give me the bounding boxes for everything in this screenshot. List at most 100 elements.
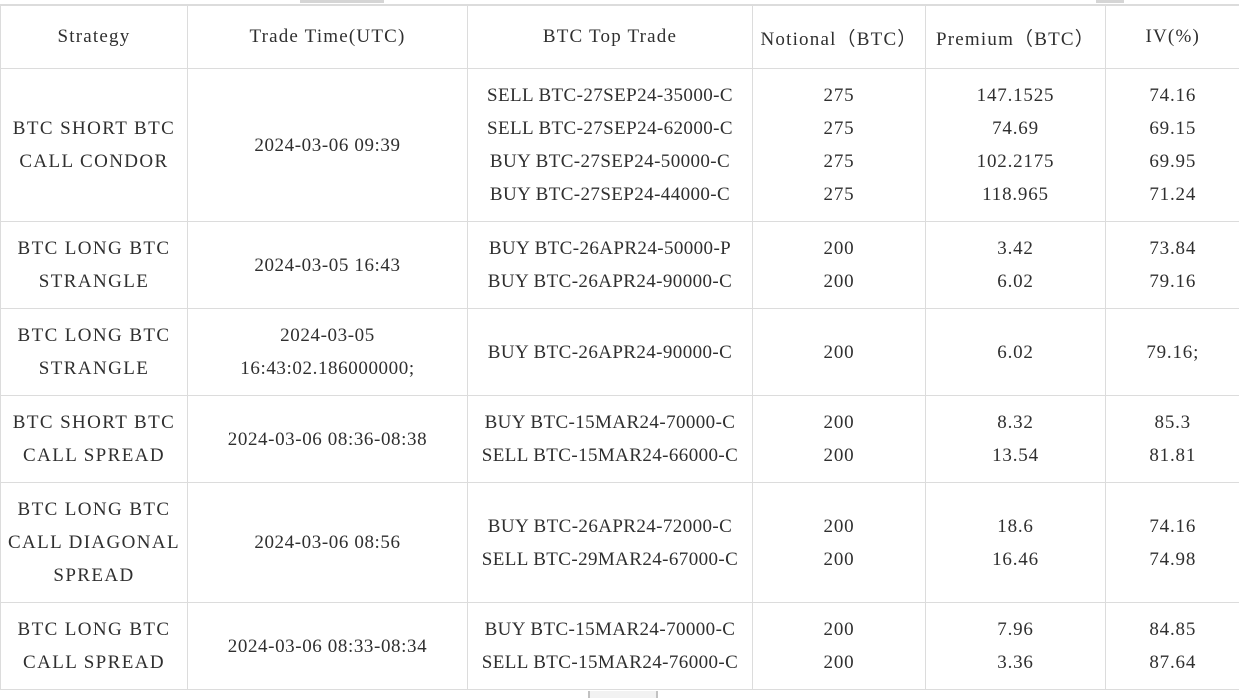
cell-trade-time-line: 2024-03-05 16:43 xyxy=(188,249,467,282)
column-header-iv: IV(%) xyxy=(1106,6,1239,69)
cell-premium-lines: 6.02 xyxy=(926,336,1105,369)
cell-notional: 200200 xyxy=(753,483,926,603)
cell-strategy-line: CALL SPREAD xyxy=(1,646,187,679)
btc-top-trades-table: Strategy Trade Time(UTC) BTC Top Trade N… xyxy=(0,5,1239,690)
cell-premium-line: 6.02 xyxy=(926,336,1105,369)
cell-trade-time-line: 16:43:02.186000000; xyxy=(188,352,467,385)
cell-notional-line: 200 xyxy=(753,265,925,298)
table-header: Strategy Trade Time(UTC) BTC Top Trade N… xyxy=(1,6,1239,69)
cell-strategy-line: BTC LONG BTC xyxy=(1,232,187,265)
cell-premium-line: 74.69 xyxy=(926,112,1105,145)
cell-trade-time-lines: 2024-03-0516:43:02.186000000; xyxy=(188,319,467,385)
cell-iv-line: 79.16 xyxy=(1106,265,1239,298)
cell-notional: 200200 xyxy=(753,603,926,690)
cell-btc-top-trade: BUY BTC-26APR24-72000-CSELL BTC-29MAR24-… xyxy=(468,483,753,603)
cell-iv: 73.8479.16 xyxy=(1106,222,1239,309)
cell-trade-time: 2024-03-06 08:33-08:34 xyxy=(188,603,468,690)
cell-strategy: BTC LONG BTCCALL SPREAD xyxy=(1,603,188,690)
cell-btc-top-trade-lines: BUY BTC-26APR24-50000-PBUY BTC-26APR24-9… xyxy=(468,232,752,298)
cell-btc-top-trade-line: SELL BTC-29MAR24-67000-C xyxy=(468,543,752,576)
clipped-cell-fragment-right xyxy=(1096,0,1124,3)
cell-premium-line: 3.36 xyxy=(926,646,1105,679)
table-row: BTC LONG BTCCALL DIAGONALSPREAD2024-03-0… xyxy=(1,483,1239,603)
cell-btc-top-trade-line: SELL BTC-27SEP24-35000-C xyxy=(468,79,752,112)
cell-btc-top-trade-lines: SELL BTC-27SEP24-35000-CSELL BTC-27SEP24… xyxy=(468,79,752,211)
cell-iv-line: 71.24 xyxy=(1106,178,1239,211)
column-header-btc-top-trade: BTC Top Trade xyxy=(468,6,753,69)
cell-iv: 74.1669.1569.9571.24 xyxy=(1106,69,1239,222)
table-row: BTC LONG BTCSTRANGLE2024-03-05 16:43BUY … xyxy=(1,222,1239,309)
cell-strategy-line: BTC SHORT BTC xyxy=(1,406,187,439)
cell-iv: 84.8587.64 xyxy=(1106,603,1239,690)
cell-iv-line: 79.16; xyxy=(1106,336,1239,369)
cell-btc-top-trade-line: SELL BTC-27SEP24-62000-C xyxy=(468,112,752,145)
cell-trade-time-line: 2024-03-05 xyxy=(188,319,467,352)
cell-notional: 200 xyxy=(753,309,926,396)
cell-strategy-line: STRANGLE xyxy=(1,352,187,385)
cell-iv: 85.381.81 xyxy=(1106,396,1239,483)
cell-notional-lines: 200200 xyxy=(753,510,925,576)
trades-table-container: Strategy Trade Time(UTC) BTC Top Trade N… xyxy=(0,5,1239,690)
cell-notional-line: 200 xyxy=(753,646,925,679)
cell-notional-line: 200 xyxy=(753,439,925,472)
cell-trade-time-line: 2024-03-06 08:33-08:34 xyxy=(188,630,467,663)
cell-btc-top-trade-line: BUY BTC-26APR24-72000-C xyxy=(468,510,752,543)
cell-notional: 200200 xyxy=(753,396,926,483)
cell-iv-line: 74.16 xyxy=(1106,79,1239,112)
cell-strategy-lines: BTC LONG BTCSTRANGLE xyxy=(1,319,187,385)
cell-trade-time: 2024-03-06 08:36-08:38 xyxy=(188,396,468,483)
cell-premium: 3.426.02 xyxy=(926,222,1106,309)
cell-strategy: BTC SHORT BTCCALL SPREAD xyxy=(1,396,188,483)
cell-premium: 18.616.46 xyxy=(926,483,1106,603)
cell-trade-time-line: 2024-03-06 09:39 xyxy=(188,129,467,162)
cell-strategy-line: STRANGLE xyxy=(1,265,187,298)
table-row: BTC LONG BTCSTRANGLE2024-03-0516:43:02.1… xyxy=(1,309,1239,396)
column-header-trade-time: Trade Time(UTC) xyxy=(188,6,468,69)
cell-strategy-line: CALL DIAGONAL xyxy=(1,526,187,559)
cell-notional-lines: 200200 xyxy=(753,613,925,679)
cell-premium-lines: 147.152574.69102.2175118.965 xyxy=(926,79,1105,211)
cell-notional-line: 275 xyxy=(753,112,925,145)
cell-notional: 200200 xyxy=(753,222,926,309)
cell-strategy-line: SPREAD xyxy=(1,559,187,592)
cell-notional-line: 275 xyxy=(753,79,925,112)
cell-premium-line: 18.6 xyxy=(926,510,1105,543)
header-row: Strategy Trade Time(UTC) BTC Top Trade N… xyxy=(1,6,1239,69)
cell-iv-lines: 84.8587.64 xyxy=(1106,613,1239,679)
cell-iv-line: 73.84 xyxy=(1106,232,1239,265)
cell-premium-line: 3.42 xyxy=(926,232,1105,265)
cell-iv-lines: 74.1674.98 xyxy=(1106,510,1239,576)
cell-strategy-line: BTC LONG BTC xyxy=(1,319,187,352)
cell-strategy: BTC SHORT BTCCALL CONDOR xyxy=(1,69,188,222)
table-row: BTC SHORT BTCCALL SPREAD2024-03-06 08:36… xyxy=(1,396,1239,483)
cell-btc-top-trade-line: BUY BTC-15MAR24-70000-C xyxy=(468,613,752,646)
cell-strategy-line: CALL SPREAD xyxy=(1,439,187,472)
cell-btc-top-trade-line: SELL BTC-15MAR24-66000-C xyxy=(468,439,752,472)
cell-premium: 147.152574.69102.2175118.965 xyxy=(926,69,1106,222)
cell-premium-lines: 18.616.46 xyxy=(926,510,1105,576)
cell-btc-top-trade-line: BUY BTC-27SEP24-44000-C xyxy=(468,178,752,211)
cell-iv-lines: 73.8479.16 xyxy=(1106,232,1239,298)
column-header-notional: Notional（BTC） xyxy=(753,6,926,69)
cell-strategy-lines: BTC LONG BTCCALL SPREAD xyxy=(1,613,187,679)
cell-btc-top-trade: SELL BTC-27SEP24-35000-CSELL BTC-27SEP24… xyxy=(468,69,753,222)
cell-strategy-line: BTC LONG BTC xyxy=(1,613,187,646)
cell-strategy-lines: BTC LONG BTCSTRANGLE xyxy=(1,232,187,298)
cell-premium-lines: 7.963.36 xyxy=(926,613,1105,679)
cell-strategy-line: BTC LONG BTC xyxy=(1,493,187,526)
cell-notional-line: 200 xyxy=(753,510,925,543)
cell-iv-line: 74.98 xyxy=(1106,543,1239,576)
cell-iv-line: 85.3 xyxy=(1106,406,1239,439)
cell-strategy: BTC LONG BTCSTRANGLE xyxy=(1,309,188,396)
cell-notional-line: 200 xyxy=(753,613,925,646)
cell-btc-top-trade-lines: BUY BTC-26APR24-90000-C xyxy=(468,336,752,369)
cell-trade-time: 2024-03-06 09:39 xyxy=(188,69,468,222)
cell-strategy-line: BTC SHORT BTC xyxy=(1,112,187,145)
cell-btc-top-trade-line: BUY BTC-26APR24-50000-P xyxy=(468,232,752,265)
cell-btc-top-trade-line: BUY BTC-26APR24-90000-C xyxy=(468,336,752,369)
cell-iv-line: 69.95 xyxy=(1106,145,1239,178)
cell-premium-lines: 3.426.02 xyxy=(926,232,1105,298)
cell-premium-line: 16.46 xyxy=(926,543,1105,576)
cell-iv-lines: 85.381.81 xyxy=(1106,406,1239,472)
cell-premium-line: 7.96 xyxy=(926,613,1105,646)
